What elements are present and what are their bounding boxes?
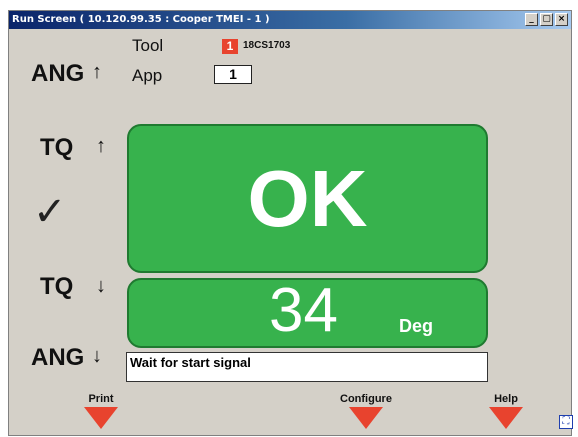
configure-label: Configure [340, 393, 392, 405]
result-value: 34 [269, 276, 338, 345]
window-title: Run Screen ( 10.120.99.35 : Cooper TMEI … [12, 14, 270, 25]
message-line: Wait for start signal [126, 352, 488, 382]
angle-high-label: ANG [31, 60, 85, 87]
minimize-button[interactable]: _ [525, 13, 538, 26]
status-panel: OK [127, 124, 488, 273]
print-label: Print [88, 393, 114, 405]
configure-button[interactable]: Configure [331, 393, 401, 429]
tool-serial: 18CS1703 [243, 40, 291, 51]
close-button[interactable]: × [555, 13, 568, 26]
configure-triangle-icon [349, 407, 383, 429]
torque-high-arrow-icon: ↑ [96, 135, 106, 157]
fullscreen-icon[interactable]: ⛶ [559, 415, 573, 429]
tool-id-badge: 1 [222, 39, 238, 54]
app-number-field[interactable]: 1 [214, 65, 252, 84]
window-controls: _ ▢ × [525, 13, 568, 26]
torque-low-label: TQ [40, 273, 74, 300]
torque-low-arrow-icon: ↓ [96, 275, 106, 297]
restore-button[interactable]: ▢ [540, 13, 553, 26]
print-triangle-icon [84, 407, 118, 429]
accept-check-icon: ✓ [33, 190, 67, 234]
help-button[interactable]: Help [484, 393, 528, 429]
status-text: OK [247, 154, 368, 243]
torque-high-label: TQ [40, 134, 74, 161]
app-label: App [132, 66, 163, 85]
value-panel: 34 Deg [127, 278, 488, 348]
angle-low-label: ANG [31, 344, 85, 371]
help-triangle-icon [489, 407, 523, 429]
tool-label: Tool [132, 36, 164, 55]
angle-low-arrow-icon: ↓ [92, 345, 102, 367]
title-bar: Run Screen ( 10.120.99.35 : Cooper TMEI … [9, 11, 571, 29]
print-button[interactable]: Print [79, 393, 123, 429]
run-screen-window: Run Screen ( 10.120.99.35 : Cooper TMEI … [8, 10, 573, 436]
angle-high-arrow-icon: ↑ [92, 61, 102, 83]
help-label: Help [494, 393, 518, 405]
result-unit: Deg [399, 316, 434, 336]
